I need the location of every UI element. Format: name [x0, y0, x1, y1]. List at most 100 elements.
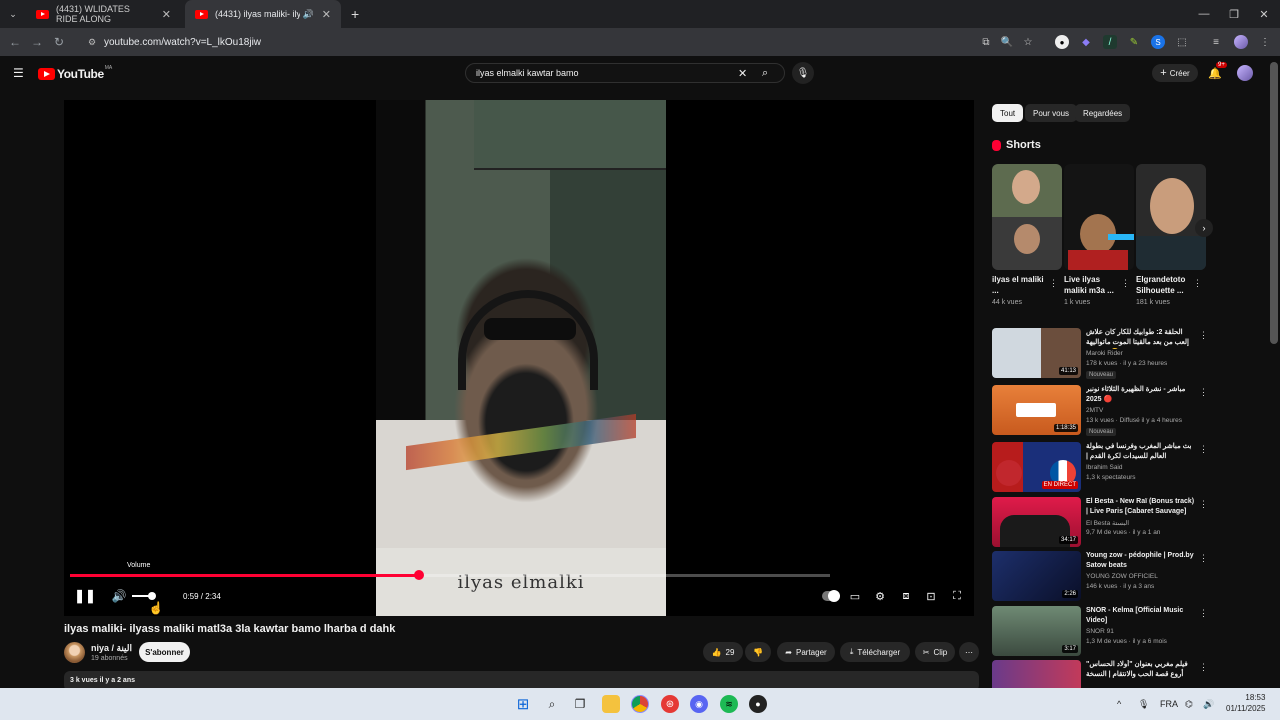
shorts-next-arrow-icon[interactable]: ›	[1195, 219, 1213, 237]
autoplay-toggle[interactable]	[822, 590, 840, 602]
volume-icon[interactable]: 🔊	[110, 588, 128, 604]
forward-icon[interactable]: →	[26, 35, 48, 49]
share-button[interactable]: ➦ Partager	[777, 642, 835, 662]
recommendation-thumbnail[interactable]: 3:17	[992, 606, 1081, 656]
tab-wlidates[interactable]: (4431) WLIDATES RIDE ALONG ✕	[26, 0, 181, 28]
extension-icon[interactable]: S	[1151, 35, 1165, 49]
recommendation-title[interactable]: Young zow - pédophile | Prod.by Satow be…	[1086, 551, 1196, 571]
recommendation-title[interactable]: فيلم مغربي بعنوان "أولاد الحساس" أروع قص…	[1086, 660, 1196, 681]
task-view-icon[interactable]: ❐	[571, 695, 589, 713]
recommendation-thumbnail[interactable]: 1:18:35	[992, 385, 1081, 435]
tray-overflow-icon[interactable]: ^	[1117, 699, 1121, 709]
taskbar-clock[interactable]: 18:53 01/11/2025	[1226, 692, 1265, 714]
microphone-tray-icon[interactable]: 🎙	[1138, 699, 1149, 710]
download-button[interactable]: ⤓ Télécharger	[840, 642, 910, 662]
recommendation-thumbnail[interactable]: 2:26	[992, 551, 1081, 601]
extension-icon[interactable]: /	[1103, 35, 1117, 49]
recommendation-thumbnail[interactable]: EN DIRECT	[992, 442, 1081, 492]
short-title[interactable]: Live ilyas maliki m3a ...	[1064, 274, 1122, 296]
window-minimize-button[interactable]: —	[1187, 0, 1221, 28]
recommendation-title[interactable]: بث مباشر المغرب وفرنسا في بطولة العالم ل…	[1086, 442, 1196, 463]
zoom-icon[interactable]: 🔍	[1000, 35, 1014, 49]
fullscreen-icon[interactable]: ⛶	[948, 588, 966, 604]
short-title[interactable]: ilyas el maliki ...	[992, 274, 1050, 296]
short-thumbnail[interactable]	[1064, 164, 1134, 270]
pause-button[interactable]: ❚❚	[74, 588, 96, 604]
recommendation-item[interactable]: 41:13 الحلقة 2: طوابيك للكار كان علاش إل…	[992, 328, 1208, 380]
video-player[interactable]: ilyas elmalki	[64, 100, 974, 616]
window-restore-button[interactable]: ❐	[1217, 0, 1251, 28]
spotify-icon[interactable]: ≋	[720, 695, 738, 713]
recommendation-channel[interactable]: Maroki Rider	[1086, 350, 1123, 357]
short-more-icon[interactable]: ⋮	[1193, 278, 1202, 289]
subtitles-cc-icon[interactable]: ▭	[846, 588, 864, 604]
recommendation-channel[interactable]: El Besta البستة	[1086, 519, 1129, 527]
back-icon[interactable]: ←	[4, 35, 26, 49]
bookmark-star-icon[interactable]: ☆	[1021, 35, 1035, 49]
recommendation-thumbnail[interactable]	[992, 660, 1081, 688]
search-icon[interactable]: ⌕	[543, 695, 561, 713]
extension-icon[interactable]: ●	[1055, 35, 1069, 49]
recommendation-item[interactable]: 1:18:35 مباشر - نشرة الظهيرة الثلاثاء نو…	[992, 385, 1208, 437]
recommendation-item[interactable]: EN DIRECT بث مباشر المغرب وفرنسا في بطول…	[992, 442, 1208, 494]
extensions-puzzle-icon[interactable]: ⬚	[1175, 35, 1189, 49]
like-button[interactable]: 👍 29	[703, 642, 743, 662]
recommendation-channel[interactable]: Ibrahim Said	[1086, 464, 1123, 471]
reload-icon[interactable]: ↻	[48, 35, 70, 49]
chip-pour-vous[interactable]: Pour vous	[1025, 104, 1078, 122]
cast-page-icon[interactable]: ⧉	[979, 35, 993, 49]
app-icon[interactable]: ●	[749, 695, 767, 713]
create-button[interactable]: + Créer	[1152, 64, 1198, 82]
clip-button[interactable]: ✂ Clip	[915, 642, 955, 662]
settings-gear-icon[interactable]: ⚙	[871, 588, 889, 604]
recommendation-title[interactable]: مباشر - نشرة الظهيرة الثلاثاء نونبر 🔴 20…	[1086, 385, 1196, 405]
site-info-icon[interactable]: ⚙	[80, 37, 104, 48]
recommendation-channel[interactable]: YOUNG ZOW OFFICIEL	[1086, 573, 1158, 580]
miniplayer-icon[interactable]: ⧈	[897, 588, 915, 604]
network-icon[interactable]: ⌬	[1185, 699, 1193, 710]
short-thumbnail[interactable]	[992, 164, 1062, 270]
file-explorer-icon[interactable]	[602, 695, 620, 713]
channel-name[interactable]: niya / الينة	[91, 643, 132, 654]
recommendation-more-icon[interactable]: ⋮	[1199, 444, 1208, 455]
short-thumbnail[interactable]	[1136, 164, 1206, 270]
recommendation-channel[interactable]: SNOR 91	[1086, 628, 1114, 635]
recommendation-more-icon[interactable]: ⋮	[1199, 387, 1208, 398]
profile-avatar-icon[interactable]	[1234, 35, 1248, 49]
page-scrollbar[interactable]	[1270, 62, 1278, 344]
discord-icon[interactable]: ◉	[690, 695, 708, 713]
subscribe-button[interactable]: S'abonner	[139, 642, 190, 662]
progress-scrubber[interactable]	[413, 570, 424, 580]
short-more-icon[interactable]: ⋮	[1049, 278, 1058, 289]
recommendation-more-icon[interactable]: ⋮	[1199, 553, 1208, 564]
app-icon[interactable]: ⊛	[661, 695, 679, 713]
recommendation-title[interactable]: El Besta - New Raï (Bonus track) | Live …	[1086, 497, 1196, 517]
recommendation-item[interactable]: 34:17 El Besta - New Raï (Bonus track) |…	[992, 497, 1208, 549]
recommendation-more-icon[interactable]: ⋮	[1199, 608, 1208, 619]
progress-bar[interactable]	[70, 570, 830, 580]
recommendation-title[interactable]: الحلقة 2: طوابيك للكار كان علاش إلعب من …	[1086, 328, 1196, 349]
recommendation-channel[interactable]: 2MTV	[1086, 407, 1103, 414]
windows-start-icon[interactable]: ⊞	[514, 695, 532, 713]
search-icon[interactable]: ⌕	[762, 67, 768, 80]
channel-avatar[interactable]	[64, 642, 85, 663]
language-indicator[interactable]: FRA	[1160, 699, 1178, 709]
recommendation-title[interactable]: SNOR - Kelma [Official Music Video]	[1086, 606, 1196, 626]
tab-ilyas-maliki[interactable]: (4431) ilyas maliki- ilyass m 🔊 ✕	[185, 0, 341, 28]
recommendation-item[interactable]: فيلم مغربي بعنوان "أولاد الحساس" أروع قص…	[992, 660, 1207, 688]
account-avatar[interactable]	[1237, 65, 1253, 81]
tab-search-icon[interactable]: ⌄	[0, 9, 26, 20]
tab-close-icon[interactable]: ✕	[154, 8, 171, 21]
youtube-logo[interactable]: YouTube MA	[38, 65, 112, 81]
short-more-icon[interactable]: ⋮	[1121, 278, 1130, 289]
voice-search-mic-icon[interactable]: 🎙	[792, 62, 814, 84]
chrome-icon[interactable]	[631, 695, 649, 713]
tab-close-icon[interactable]: ✕	[314, 8, 331, 21]
recommendation-item[interactable]: 3:17 SNOR - Kelma [Official Music Video]…	[992, 606, 1208, 658]
window-close-button[interactable]: ✕	[1247, 0, 1280, 28]
reading-list-icon[interactable]: ≡	[1209, 35, 1223, 49]
menu-hamburger-icon[interactable]: ☰	[13, 66, 24, 80]
recommendation-thumbnail[interactable]: 34:17	[992, 497, 1081, 547]
cast-icon[interactable]: ⊡	[922, 588, 940, 604]
address-bar[interactable]: ⚙ youtube.com/watch?v=L_lkOu18jiw	[80, 31, 968, 53]
